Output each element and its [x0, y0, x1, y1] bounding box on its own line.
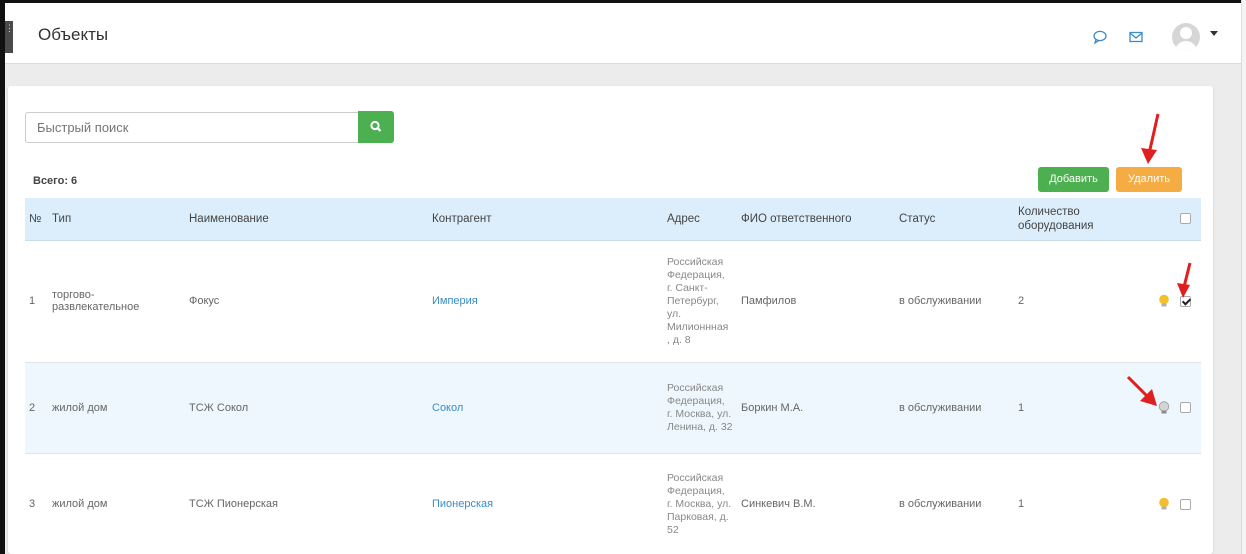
- column-header-counterparty[interactable]: Контрагент: [428, 198, 663, 241]
- total-count: Всего: 6: [33, 175, 78, 187]
- row-address: Российская Федерация, г. Москва, ул. Пар…: [663, 452, 737, 554]
- window-frame-left: [0, 0, 5, 554]
- row-address: Российская Федерация, г. Санкт-Петербург…: [663, 239, 737, 362]
- row-number: 2: [25, 361, 48, 453]
- column-header-status[interactable]: Статус: [895, 198, 1014, 241]
- row-status: в обслуживании: [895, 361, 1014, 453]
- row-responsible: Памфилов: [737, 239, 895, 362]
- row-actions: [1144, 239, 1201, 362]
- table-row[interactable]: 2 жилой дом ТСЖ Сокол Сокол Российская Ф…: [25, 361, 1201, 453]
- mail-icon[interactable]: [1128, 29, 1144, 45]
- top-header: ⋮ Объекты: [5, 3, 1241, 64]
- delete-button[interactable]: Удалить: [1116, 167, 1182, 192]
- row-equipment-count: 1: [1014, 361, 1144, 453]
- row-status: в обслуживании: [895, 452, 1014, 554]
- chevron-down-icon[interactable]: [1210, 31, 1218, 36]
- annotation-arrow-checkbox: [1177, 262, 1192, 298]
- row-type: жилой дом: [48, 452, 185, 554]
- row-number: 3: [25, 452, 48, 554]
- counterparty-link[interactable]: Империя: [432, 295, 478, 307]
- column-header-responsible[interactable]: ФИО ответственного: [737, 198, 895, 241]
- table-row[interactable]: 1 торгово-развлекательное Фокус Империя …: [25, 239, 1201, 362]
- counterparty-link[interactable]: Пионерская: [432, 498, 493, 510]
- select-all-cell: [1144, 198, 1201, 241]
- row-type: торгово-развлекательное: [48, 239, 185, 362]
- objects-table: № Тип Наименование Контрагент Адрес ФИО …: [25, 198, 1201, 554]
- user-avatar-icon[interactable]: [1172, 23, 1200, 51]
- annotation-arrow-delete: [1141, 113, 1160, 164]
- column-header-num[interactable]: №: [25, 198, 48, 241]
- row-equipment-count: 2: [1014, 239, 1144, 362]
- row-actions: [1144, 452, 1201, 554]
- add-button[interactable]: Добавить: [1038, 167, 1109, 192]
- column-header-equipment[interactable]: Количество оборудования: [1014, 198, 1144, 241]
- search-icon: [370, 120, 382, 132]
- row-status: в обслуживании: [895, 239, 1014, 362]
- row-type: жилой дом: [48, 361, 185, 453]
- column-header-type[interactable]: Тип: [48, 198, 185, 241]
- select-all-checkbox[interactable]: [1180, 213, 1191, 225]
- row-number: 1: [25, 239, 48, 362]
- search-input[interactable]: [25, 112, 360, 143]
- objects-panel: Всего: 6 Добавить Удалить № Тип Наименов…: [8, 86, 1213, 554]
- row-actions: [1126, 361, 1201, 453]
- counterparty-link[interactable]: Сокол: [432, 402, 463, 414]
- row-name: ТСЖ Сокол: [185, 361, 428, 453]
- row-name: ТСЖ Пионерская: [185, 452, 428, 554]
- search-button[interactable]: [358, 111, 394, 143]
- page-title: Объекты: [38, 25, 109, 44]
- lightbulb-icon[interactable]: [1156, 496, 1172, 512]
- row-name: Фокус: [185, 239, 428, 362]
- row-responsible: Синкевич В.М.: [737, 452, 895, 554]
- column-header-address[interactable]: Адрес: [663, 198, 737, 241]
- table-header-row: № Тип Наименование Контрагент Адрес ФИО …: [25, 198, 1201, 241]
- chat-icon[interactable]: [1092, 29, 1108, 45]
- column-header-name[interactable]: Наименование: [185, 198, 428, 241]
- sidebar-toggle-handle[interactable]: ⋮: [5, 21, 14, 53]
- row-select-checkbox[interactable]: [1180, 498, 1191, 510]
- row-select-checkbox[interactable]: [1180, 402, 1191, 413]
- row-address: Российская Федерация, г. Москва, ул. Лен…: [663, 361, 737, 453]
- annotation-arrow-bulb: [1126, 375, 1157, 406]
- table-row[interactable]: 3 жилой дом ТСЖ Пионерская Пионерская Ро…: [25, 452, 1201, 554]
- row-equipment-count: 1: [1014, 452, 1144, 554]
- row-responsible: Боркин М.А.: [737, 361, 895, 453]
- page-scrollbar[interactable]: [1241, 0, 1246, 554]
